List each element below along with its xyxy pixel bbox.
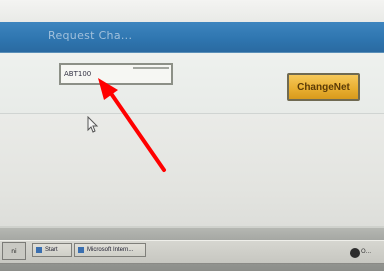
top-window-strip (0, 0, 384, 22)
taskbar-item-start[interactable]: Start (32, 243, 72, 257)
dialog-header: Request Cha... (0, 22, 384, 53)
taskbar-item-label: Microsoft Intern... (87, 247, 134, 253)
taskbar-item-label: Start (45, 247, 58, 253)
change-button[interactable]: ChangeNet (287, 73, 360, 101)
dialog-title: Request Cha... (48, 29, 133, 42)
mouse-pointer-icon (87, 116, 99, 133)
screen: Request Cha... ChangeNet ni Start Micros… (0, 0, 384, 271)
app-icon (36, 247, 42, 253)
taskbar-item-browser[interactable]: Microsoft Intern... (74, 243, 146, 257)
search-field[interactable] (59, 63, 173, 85)
tray-label: O... (361, 248, 372, 255)
windows-tray-icon[interactable] (350, 248, 360, 258)
browser-icon (78, 247, 84, 253)
start-button[interactable]: ni (2, 242, 26, 260)
search-input[interactable] (64, 68, 134, 80)
